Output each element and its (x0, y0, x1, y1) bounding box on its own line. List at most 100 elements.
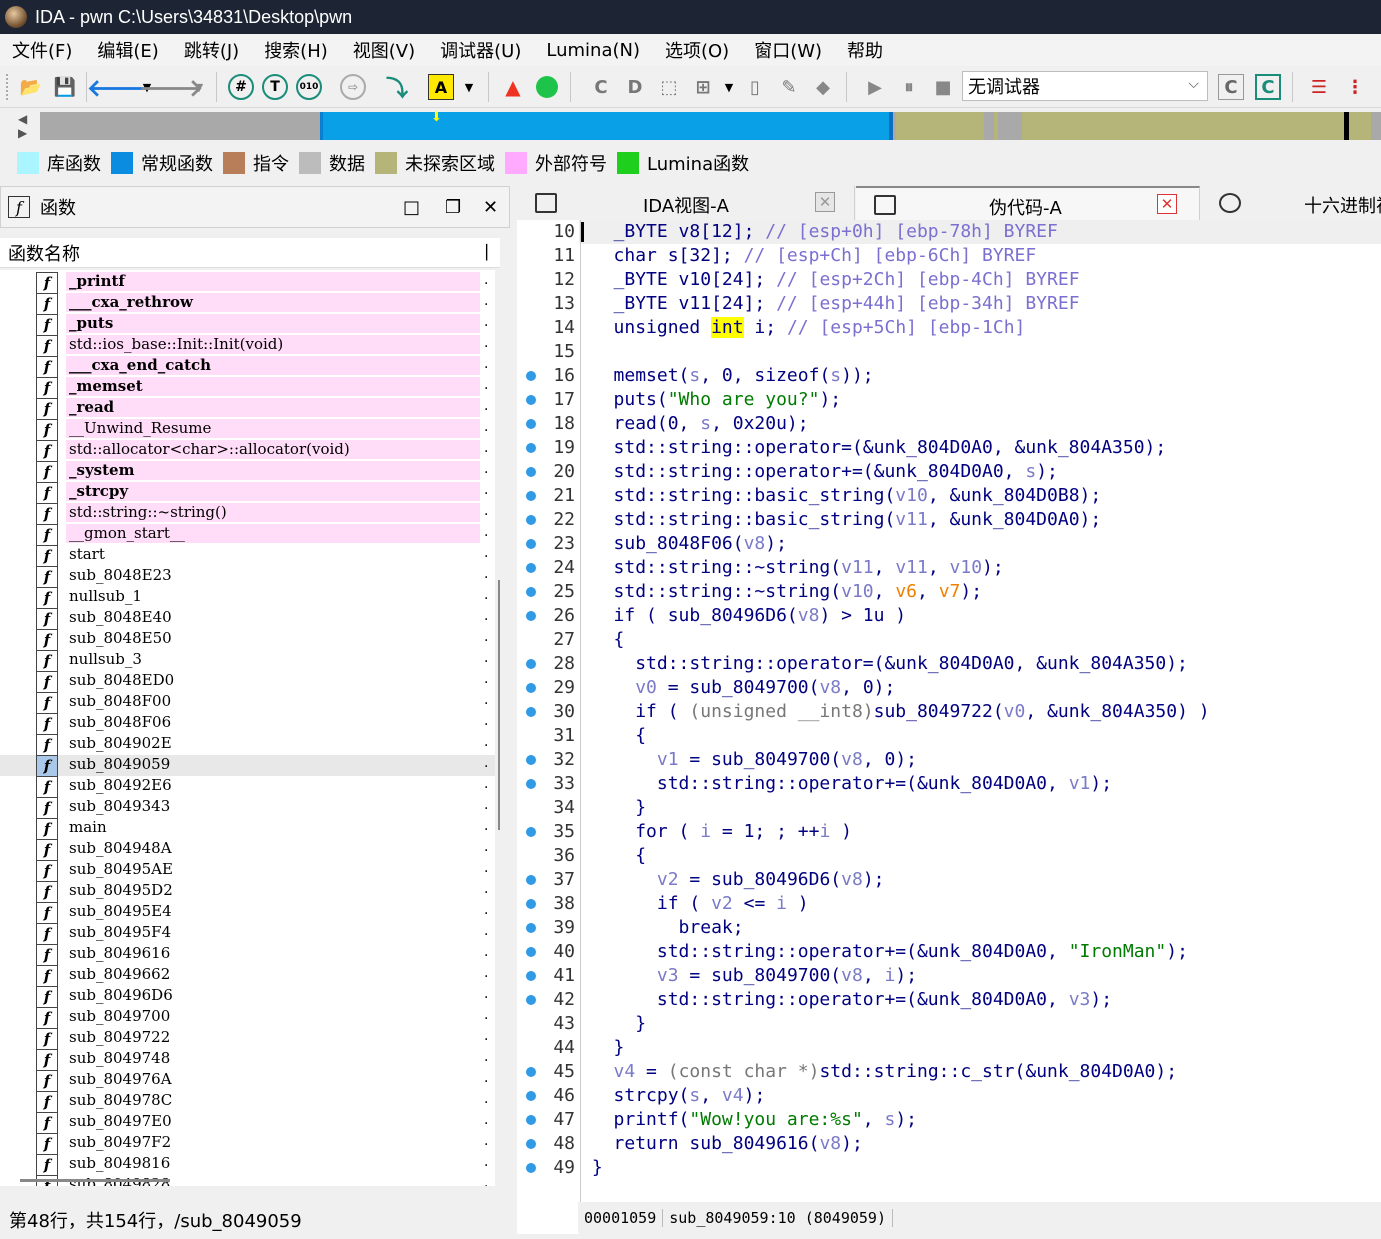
function-row[interactable]: f _memset. (0, 377, 495, 398)
code-line[interactable] (581, 340, 614, 364)
code-line[interactable]: std::string::operator+=(&unk_804D0A0, s)… (581, 460, 1058, 484)
nav-left-arrow-icon[interactable]: ◀ (18, 112, 27, 126)
decompile-icon[interactable]: C (1218, 74, 1244, 100)
function-row[interactable]: f sub_804978C. (0, 1091, 495, 1112)
nav-right-arrow-icon[interactable]: ▶ (18, 126, 27, 140)
code-line[interactable]: v0 = sub_8049700(v8, 0); (581, 676, 895, 700)
close-icon[interactable]: ✕ (483, 197, 498, 218)
edit-icon[interactable]: ✎ (776, 74, 802, 100)
breakpoint-dot-icon[interactable] (526, 779, 536, 789)
forward-dropdown-icon[interactable]: ▼ (186, 74, 212, 100)
function-row[interactable]: f sub_8049343. (0, 797, 495, 818)
function-row[interactable]: f sub_80497F2. (0, 1133, 495, 1154)
functions-list[interactable]: f _printf. f ___cxa_rethrow. f _puts. f std::io… (0, 270, 495, 1186)
code-line[interactable]: v2 = sub_80496D6(v8); (581, 868, 885, 892)
code-line[interactable]: std::string::basic_string(v11, &unk_804D… (581, 508, 1102, 532)
data-icon[interactable]: D (622, 74, 648, 100)
function-row[interactable]: f sub_804902E. (0, 734, 495, 755)
menu-item-9[interactable]: 帮助 (835, 37, 896, 63)
breakpoint-dot-icon[interactable] (526, 875, 536, 885)
string-icon[interactable]: A (428, 74, 454, 100)
code-line[interactable]: _BYTE v11[24]; // [esp+44h] [ebp-34h] BY… (581, 292, 1080, 316)
code-line[interactable]: { (581, 844, 646, 868)
function-row[interactable]: f sub_8049748. (0, 1049, 495, 1070)
code-line[interactable]: _BYTE v8[12]; // [esp+0h] [ebp-78h] BYRE… (581, 220, 1058, 244)
navigation-band[interactable]: ⬇ (40, 110, 1381, 140)
function-row[interactable]: f sub_80495D2. (0, 881, 495, 902)
tree-icon[interactable]: ⋮ (1342, 74, 1368, 100)
start-debug-icon[interactable]: ▶ (862, 74, 888, 100)
code-line[interactable]: sub_8048F06(v8); (581, 532, 787, 556)
stop-icon[interactable]: ■ (930, 74, 956, 100)
segment-icon[interactable]: ▯ (742, 74, 768, 100)
function-row[interactable]: f sub_8048E50. (0, 629, 495, 650)
back-arrow-icon[interactable]: 🡐 (87, 74, 151, 102)
function-row[interactable]: f sub_8048E23. (0, 566, 495, 587)
code-line[interactable]: if ( sub_80496D6(v8) > 1u ) (581, 604, 907, 628)
close-icon[interactable]: ✕ (815, 192, 835, 212)
code-line[interactable]: std::string::operator=(&unk_804D0A0, &un… (581, 652, 1188, 676)
code-line[interactable]: } (581, 1036, 625, 1060)
text-view-icon[interactable]: T (262, 74, 288, 100)
breakpoint-dot-icon[interactable] (526, 563, 536, 573)
breakpoint-dot-icon[interactable] (526, 467, 536, 477)
code-line[interactable]: std::string::operator+=(&unk_804D0A0, v1… (581, 772, 1112, 796)
function-row[interactable]: f sub_804976A. (0, 1070, 495, 1091)
breakpoint-dot-icon[interactable] (526, 371, 536, 381)
hide-icon[interactable]: ◆ (810, 74, 836, 100)
code-line[interactable]: if ( v2 <= i ) (581, 892, 809, 916)
function-row[interactable]: f __gmon_start__. (0, 524, 495, 545)
code-line[interactable]: } (581, 1012, 646, 1036)
function-row[interactable]: f ___cxa_rethrow. (0, 293, 495, 314)
menu-item-2[interactable]: 跳转(J) (172, 37, 252, 63)
function-row[interactable]: f sub_8048F06. (0, 713, 495, 734)
toolbar-grip[interactable] (6, 74, 10, 100)
binary-view-icon[interactable]: 010 (296, 74, 322, 100)
code-line[interactable]: v1 = sub_8049700(v8, 0); (581, 748, 917, 772)
code-line[interactable]: std::string::~string(v11, v11, v10); (581, 556, 1004, 580)
breakpoint-dot-icon[interactable] (526, 515, 536, 525)
list-icon[interactable]: ☰ (1306, 74, 1332, 100)
function-row[interactable]: f _puts. (0, 314, 495, 335)
code-line[interactable]: strcpy(s, v4); (581, 1084, 766, 1108)
breakpoint-dot-icon[interactable] (526, 1163, 536, 1173)
code-line[interactable]: } (581, 796, 646, 820)
function-row[interactable]: f sub_8049700. (0, 1007, 495, 1028)
function-row[interactable]: f std::string::~string(). (0, 503, 495, 524)
breakpoint-dot-icon[interactable] (526, 1115, 536, 1125)
code-line[interactable]: for ( i = 1; ; ++i ) (581, 820, 852, 844)
function-row[interactable]: f _read. (0, 398, 495, 419)
code-icon[interactable]: C (588, 74, 614, 100)
function-row[interactable]: f std::ios_base::Init::Init(void). (0, 335, 495, 356)
code-line[interactable]: std::string::operator=(&unk_804D0A0, &un… (581, 436, 1167, 460)
code-line[interactable]: v4 = (const char *)std::string::c_str(&u… (581, 1060, 1178, 1084)
function-row[interactable]: f sub_8049816. (0, 1154, 495, 1175)
function-row[interactable]: f std::allocator<char>::allocator(void). (0, 440, 495, 461)
code-line[interactable]: puts("Who are you?"); (581, 388, 842, 412)
pseudocode-icon[interactable]: C (1255, 74, 1281, 100)
function-row[interactable]: f _system. (0, 461, 495, 482)
breakpoint-dot-icon[interactable] (526, 539, 536, 549)
code-line[interactable]: } (581, 1156, 603, 1180)
column-header[interactable]: 函数名称 ▏ (0, 238, 500, 268)
function-row[interactable]: f sub_8048E40. (0, 608, 495, 629)
function-row[interactable]: f _strcpy. (0, 482, 495, 503)
code-line[interactable]: unsigned int i; // [esp+5Ch] [ebp-1Ch] (581, 316, 1025, 340)
code-line[interactable]: if ( (unsigned __int8)sub_8049722(v0, &u… (581, 700, 1209, 724)
code-line[interactable]: char s[32]; // [esp+Ch] [ebp-6Ch] BYREF (581, 244, 1037, 268)
menu-item-8[interactable]: 窗口(W) (742, 37, 835, 63)
code-line[interactable]: std::string::operator+=(&unk_804D0A0, v3… (581, 988, 1112, 1012)
breakpoint-dot-icon[interactable] (526, 923, 536, 933)
function-row[interactable]: f sub_80495E4. (0, 902, 495, 923)
string-dropdown-icon[interactable]: ▼ (456, 74, 482, 100)
breakpoint-dot-icon[interactable] (526, 971, 536, 981)
array-icon[interactable]: ⊞ (690, 74, 716, 100)
function-row[interactable]: f sub_80496D6. (0, 986, 495, 1007)
function-row[interactable]: f sub_8049662. (0, 965, 495, 986)
breakpoint-dot-icon[interactable] (526, 683, 536, 693)
function-row[interactable]: f sub_8048F00. (0, 692, 495, 713)
code-line[interactable]: std::string::basic_string(v10, &unk_804D… (581, 484, 1102, 508)
breakpoint-dot-icon[interactable] (526, 1091, 536, 1101)
function-row[interactable]: f sub_8049616. (0, 944, 495, 965)
menu-item-1[interactable]: 编辑(E) (85, 37, 171, 63)
